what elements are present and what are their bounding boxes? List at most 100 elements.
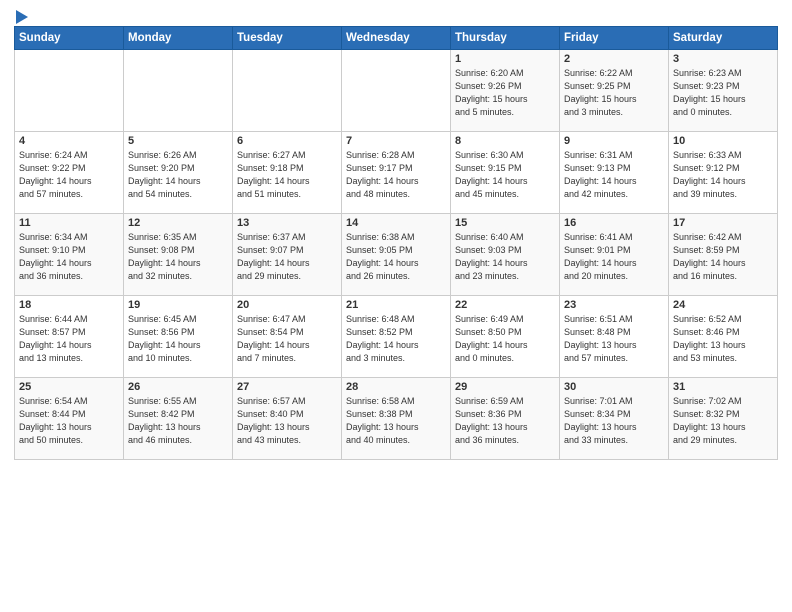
calendar-cell: 3 Sunrise: 6:23 AM Sunset: 9:23 PM Daylig… (669, 50, 778, 132)
header-day: Friday (560, 27, 669, 50)
calendar-cell: 17 Sunrise: 6:42 AM Sunset: 8:59 PM Dayli… (669, 214, 778, 296)
header-day: Tuesday (233, 27, 342, 50)
calendar-cell: 10Sunrise: 6:33 AM Sunset: 9:12 PM Dayli… (669, 132, 778, 214)
calendar-cell: 22 Sunrise: 6:49 AM Sunset: 8:50 PM Dayli… (451, 296, 560, 378)
calendar-header: SundayMondayTuesdayWednesdayThursdayFrid… (15, 27, 778, 50)
calendar-cell: 16Sunrise: 6:41 AM Sunset: 9:01 PM Dayli… (560, 214, 669, 296)
day-info: Sunrise: 6:35 AM Sunset: 9:08 PM Dayligh… (128, 231, 228, 283)
logo-arrow-icon (16, 10, 28, 24)
day-info: Sunrise: 6:40 AM Sunset: 9:03 PM Dayligh… (455, 231, 555, 283)
header-row: SundayMondayTuesdayWednesdayThursdayFrid… (15, 27, 778, 50)
calendar-cell: 4Sunrise: 6:24 AM Sunset: 9:22 PM Daylig… (15, 132, 124, 214)
day-info: Sunrise: 6:47 AM Sunset: 8:54 PM Dayligh… (237, 313, 337, 365)
day-number: 13 (237, 217, 337, 229)
calendar-cell: 11 Sunrise: 6:34 AM Sunset: 9:10 PM Dayli… (15, 214, 124, 296)
day-info: Sunrise: 6:28 AM Sunset: 9:17 PM Dayligh… (346, 149, 446, 201)
day-number: 4 (19, 135, 119, 147)
day-info: Sunrise: 6:20 AM Sunset: 9:26 PM Dayligh… (455, 67, 555, 119)
calendar-week: 4Sunrise: 6:24 AM Sunset: 9:22 PM Daylig… (15, 132, 778, 214)
day-number: 6 (237, 135, 337, 147)
day-info: Sunrise: 6:23 AM Sunset: 9:23 PM Dayligh… (673, 67, 773, 119)
day-info: Sunrise: 6:37 AM Sunset: 9:07 PM Dayligh… (237, 231, 337, 283)
day-info: Sunrise: 6:54 AM Sunset: 8:44 PM Dayligh… (19, 395, 119, 447)
day-number: 3 (673, 53, 773, 65)
calendar-cell: 20 Sunrise: 6:47 AM Sunset: 8:54 PM Dayli… (233, 296, 342, 378)
page-container: SundayMondayTuesdayWednesdayThursdayFrid… (0, 0, 792, 468)
calendar-cell: 12 Sunrise: 6:35 AM Sunset: 9:08 PM Dayli… (124, 214, 233, 296)
day-number: 8 (455, 135, 555, 147)
day-number: 2 (564, 53, 664, 65)
calendar-cell: 5 Sunrise: 6:26 AM Sunset: 9:20 PM Daylig… (124, 132, 233, 214)
day-info: Sunrise: 6:34 AM Sunset: 9:10 PM Dayligh… (19, 231, 119, 283)
header-day: Thursday (451, 27, 560, 50)
day-number: 23 (564, 299, 664, 311)
day-number: 9 (564, 135, 664, 147)
day-number: 28 (346, 381, 446, 393)
calendar-cell: 18Sunrise: 6:44 AM Sunset: 8:57 PM Dayli… (15, 296, 124, 378)
day-info: Sunrise: 6:48 AM Sunset: 8:52 PM Dayligh… (346, 313, 446, 365)
calendar-cell (15, 50, 124, 132)
day-info: Sunrise: 6:57 AM Sunset: 8:40 PM Dayligh… (237, 395, 337, 447)
day-number: 7 (346, 135, 446, 147)
calendar-cell: 28 Sunrise: 6:58 AM Sunset: 8:38 PM Dayli… (342, 378, 451, 460)
day-info: Sunrise: 6:49 AM Sunset: 8:50 PM Dayligh… (455, 313, 555, 365)
day-number: 29 (455, 381, 555, 393)
day-info: Sunrise: 6:33 AM Sunset: 9:12 PM Dayligh… (673, 149, 773, 201)
calendar-week: 18Sunrise: 6:44 AM Sunset: 8:57 PM Dayli… (15, 296, 778, 378)
calendar-cell: 19 Sunrise: 6:45 AM Sunset: 8:56 PM Dayli… (124, 296, 233, 378)
calendar-cell: 31 Sunrise: 7:02 AM Sunset: 8:32 PM Dayli… (669, 378, 778, 460)
day-number: 12 (128, 217, 228, 229)
day-number: 16 (564, 217, 664, 229)
calendar-cell: 25Sunrise: 6:54 AM Sunset: 8:44 PM Dayli… (15, 378, 124, 460)
calendar-cell: 2 Sunrise: 6:22 AM Sunset: 9:25 PM Daylig… (560, 50, 669, 132)
header-day: Saturday (669, 27, 778, 50)
day-number: 30 (564, 381, 664, 393)
calendar-cell: 29Sunrise: 6:59 AM Sunset: 8:36 PM Dayli… (451, 378, 560, 460)
day-info: Sunrise: 6:38 AM Sunset: 9:05 PM Dayligh… (346, 231, 446, 283)
day-info: Sunrise: 6:30 AM Sunset: 9:15 PM Dayligh… (455, 149, 555, 201)
day-number: 11 (19, 217, 119, 229)
day-number: 19 (128, 299, 228, 311)
day-number: 14 (346, 217, 446, 229)
day-number: 5 (128, 135, 228, 147)
day-number: 18 (19, 299, 119, 311)
day-info: Sunrise: 6:22 AM Sunset: 9:25 PM Dayligh… (564, 67, 664, 119)
day-info: Sunrise: 6:52 AM Sunset: 8:46 PM Dayligh… (673, 313, 773, 365)
day-number: 21 (346, 299, 446, 311)
calendar-cell: 13 Sunrise: 6:37 AM Sunset: 9:07 PM Dayli… (233, 214, 342, 296)
calendar-cell: 7 Sunrise: 6:28 AM Sunset: 9:17 PM Daylig… (342, 132, 451, 214)
day-number: 27 (237, 381, 337, 393)
calendar-cell (124, 50, 233, 132)
header (14, 10, 778, 20)
day-number: 17 (673, 217, 773, 229)
day-info: Sunrise: 6:55 AM Sunset: 8:42 PM Dayligh… (128, 395, 228, 447)
calendar-cell (233, 50, 342, 132)
day-number: 20 (237, 299, 337, 311)
day-number: 22 (455, 299, 555, 311)
day-info: Sunrise: 6:27 AM Sunset: 9:18 PM Dayligh… (237, 149, 337, 201)
day-number: 24 (673, 299, 773, 311)
header-day: Wednesday (342, 27, 451, 50)
calendar-cell: 21 Sunrise: 6:48 AM Sunset: 8:52 PM Dayli… (342, 296, 451, 378)
calendar-cell (342, 50, 451, 132)
day-number: 26 (128, 381, 228, 393)
day-info: Sunrise: 6:42 AM Sunset: 8:59 PM Dayligh… (673, 231, 773, 283)
calendar-cell: 30 Sunrise: 7:01 AM Sunset: 8:34 PM Dayli… (560, 378, 669, 460)
day-info: Sunrise: 6:45 AM Sunset: 8:56 PM Dayligh… (128, 313, 228, 365)
day-info: Sunrise: 7:01 AM Sunset: 8:34 PM Dayligh… (564, 395, 664, 447)
calendar-body: 1Sunrise: 6:20 AM Sunset: 9:26 PM Daylig… (15, 50, 778, 460)
logo (14, 10, 28, 20)
calendar-cell: 9Sunrise: 6:31 AM Sunset: 9:13 PM Daylig… (560, 132, 669, 214)
calendar-cell: 6 Sunrise: 6:27 AM Sunset: 9:18 PM Daylig… (233, 132, 342, 214)
day-info: Sunrise: 6:58 AM Sunset: 8:38 PM Dayligh… (346, 395, 446, 447)
calendar-cell: 8 Sunrise: 6:30 AM Sunset: 9:15 PM Daylig… (451, 132, 560, 214)
calendar-week: 1Sunrise: 6:20 AM Sunset: 9:26 PM Daylig… (15, 50, 778, 132)
calendar-cell: 23 Sunrise: 6:51 AM Sunset: 8:48 PM Dayli… (560, 296, 669, 378)
day-info: Sunrise: 6:26 AM Sunset: 9:20 PM Dayligh… (128, 149, 228, 201)
header-day: Monday (124, 27, 233, 50)
calendar-cell: 15Sunrise: 6:40 AM Sunset: 9:03 PM Dayli… (451, 214, 560, 296)
day-info: Sunrise: 7:02 AM Sunset: 8:32 PM Dayligh… (673, 395, 773, 447)
day-info: Sunrise: 6:51 AM Sunset: 8:48 PM Dayligh… (564, 313, 664, 365)
day-number: 31 (673, 381, 773, 393)
calendar-cell: 27 Sunrise: 6:57 AM Sunset: 8:40 PM Dayli… (233, 378, 342, 460)
